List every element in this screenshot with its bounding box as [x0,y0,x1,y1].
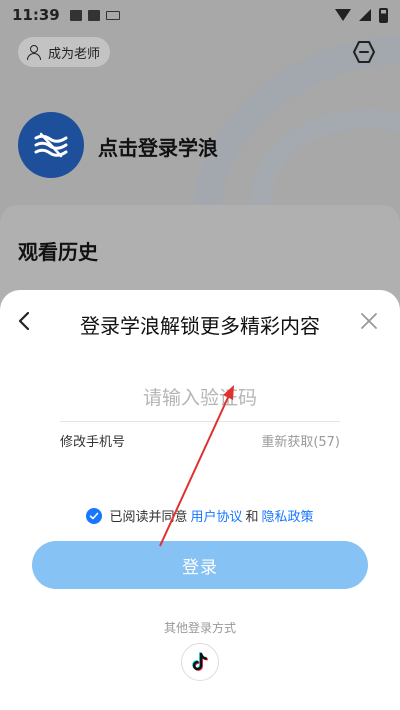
status-time: 11:39 [12,6,60,24]
battery-icon [379,7,388,23]
tiktok-icon [192,651,209,671]
become-teacher-button[interactable]: 成为老师 [18,37,111,67]
tiktok-login-button[interactable] [181,643,219,681]
input-underline [60,421,340,422]
watch-history-title: 观看历史 [18,240,98,264]
resend-code-countdown[interactable]: 重新获取(57) [261,431,340,450]
agreement-row: 已阅读并同意 用户协议 和 隐私政策 [0,506,400,525]
app-logo[interactable] [18,112,84,178]
keyboard-icon [105,10,120,20]
become-teacher-label: 成为老师 [48,46,101,62]
checkbox-icon[interactable] [86,507,103,524]
verification-code-input[interactable] [60,380,340,416]
status-bar: 11:39 [0,0,400,30]
signal-icon [359,9,371,21]
notification-icons [69,9,120,21]
hexagon-menu-icon[interactable] [352,40,376,64]
text-notification-icon [87,9,100,21]
sheet-title: 登录学浪解锁更多精彩内容 [80,314,320,338]
user-agreement-link[interactable]: 用户协议 [190,506,242,525]
close-icon[interactable] [360,312,378,330]
login-prompt[interactable]: 点击登录学浪 [98,132,218,161]
xuelang-logo-icon [34,132,68,158]
image-notification-icon [69,9,82,21]
agreement-prefix: 已阅读并同意 [109,510,188,525]
person-icon [26,44,42,60]
agreement-and: 和 [245,510,259,525]
other-login-label: 其他登录方式 [163,621,236,635]
wifi-icon [335,9,351,21]
system-icons [335,7,388,23]
login-sheet: 登录学浪解锁更多精彩内容 修改手机号 重新获取(57) 已阅读并同意 用户协议 … [0,290,400,710]
login-button[interactable]: 登录 [32,541,368,589]
change-phone-link[interactable]: 修改手机号 [60,431,125,450]
privacy-policy-link[interactable]: 隐私政策 [262,506,314,525]
